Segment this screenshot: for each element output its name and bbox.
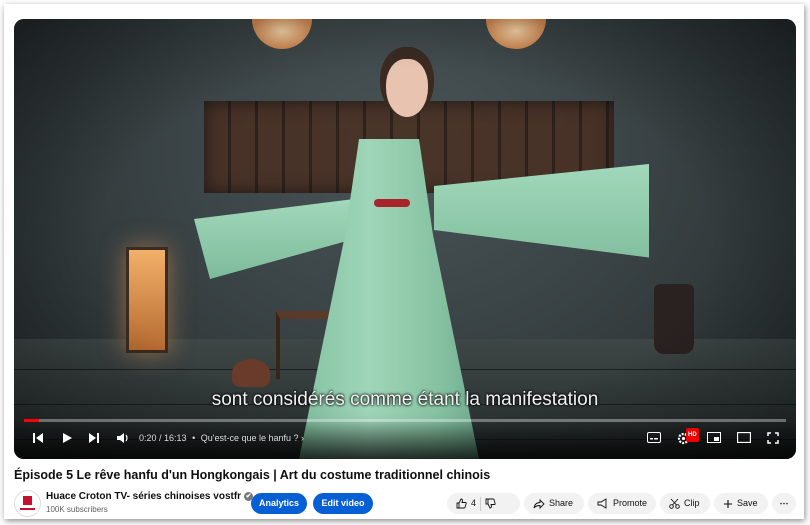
chapter-title[interactable]: Qu'est-ce que le hanfu ? (201, 433, 299, 443)
miniplayer-icon (707, 432, 721, 443)
like-count: 4 (471, 498, 477, 508)
save-plus-icon (724, 499, 732, 508)
thumbs-down-icon (485, 498, 496, 509)
play-button[interactable] (61, 432, 73, 444)
promote-icon (597, 498, 607, 509)
subtitle-caption: sont considérés comme étant la manifesta… (211, 389, 599, 410)
player-controls: 0:20 / 16:13 • Qu'est-ce que le hanfu ? … (14, 419, 796, 459)
time-display: 0:20 / 16:13 • Qu'est-ce que le hanfu ? … (139, 433, 305, 443)
promote-button[interactable]: Promote (588, 493, 656, 514)
save-button[interactable]: Save (714, 493, 768, 514)
channel-avatar[interactable] (14, 490, 41, 517)
video-player[interactable]: sont considérés comme étant la manifesta… (14, 19, 796, 459)
like-button[interactable]: 4 (456, 493, 476, 514)
share-button[interactable]: Share (524, 493, 584, 514)
share-label: Share (549, 498, 574, 508)
progress-bar[interactable] (24, 419, 786, 422)
clip-button[interactable]: Clip (660, 493, 710, 514)
volume-button[interactable] (116, 432, 129, 444)
share-icon (533, 498, 545, 509)
window-frame: sont considérés comme étant la manifesta… (4, 4, 804, 519)
theater-icon (737, 432, 751, 443)
volume-icon (117, 433, 128, 443)
miniplayer-button[interactable] (707, 432, 721, 443)
previous-button[interactable] (32, 432, 44, 444)
fullscreen-button[interactable] (767, 432, 779, 444)
channel-logo-icon (20, 496, 35, 510)
analytics-button[interactable]: Analytics (251, 493, 307, 514)
subscriber-count: 100K subscribers (46, 505, 108, 514)
channel-name-text[interactable]: Huace Croton TV- séries chinoises vostfr (46, 491, 241, 502)
chapter-chevron-icon: › (301, 433, 305, 443)
save-label: Save (737, 498, 758, 508)
thumbs-up-icon (456, 498, 467, 509)
video-title: Épisode 5 Le rêve hanfu d'un Hongkongais… (14, 468, 491, 482)
like-divider (480, 496, 482, 511)
edit-video-button[interactable]: Edit video (313, 493, 373, 514)
play-icon (63, 433, 72, 443)
settings-button[interactable]: HD (677, 428, 699, 445)
channel-name[interactable]: Huace Croton TV- séries chinoises vostfr… (46, 491, 254, 502)
progress-fill (24, 419, 40, 422)
fullscreen-icon (767, 432, 779, 444)
hd-badge: HD (686, 428, 699, 442)
subtitles-button[interactable] (647, 432, 661, 443)
theater-mode-button[interactable] (737, 432, 751, 443)
like-dislike-group: 4 (447, 493, 520, 514)
promote-label: Promote (612, 498, 647, 508)
scissors-icon (669, 498, 680, 509)
dislike-button[interactable] (485, 498, 496, 509)
next-icon (89, 433, 99, 443)
previous-icon (33, 433, 43, 443)
subtitles-icon (647, 432, 661, 443)
more-actions-button[interactable]: ⋯ (772, 493, 796, 514)
next-button[interactable] (88, 432, 100, 444)
time-text: 0:20 / 16:13 (139, 433, 187, 443)
clip-label: Clip (684, 498, 700, 508)
